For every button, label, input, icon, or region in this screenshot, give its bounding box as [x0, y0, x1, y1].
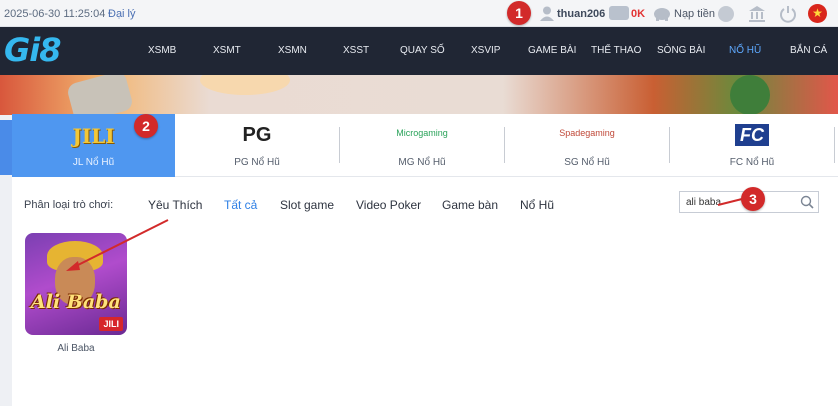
promo-banner [0, 75, 838, 115]
nav-item-xsmb[interactable]: XSMB [148, 45, 176, 56]
main-nav: Gi8 XSMB XSMT XSMN XSST QUAY SỐ XSVIP GA… [0, 27, 838, 75]
provider-tab-fc[interactable]: FC FC Nổ Hũ [670, 114, 834, 177]
search-icon[interactable] [800, 195, 814, 209]
balance: 0K [631, 8, 646, 20]
piggy-bank-icon[interactable] [652, 6, 672, 21]
game-name[interactable]: Ali Baba [25, 343, 127, 354]
fc-logo: FC [735, 124, 769, 146]
provider-tab-pg[interactable]: PG PG Nổ Hũ [175, 114, 339, 177]
game-grid: Ali Baba JILI Ali Baba [12, 229, 838, 406]
category-slot-game[interactable]: Slot game [280, 198, 334, 212]
filter-bar: Phân loại trò chơi: Yêu Thích Tất cả Slo… [12, 177, 838, 229]
provider-tab-mg[interactable]: Microgaming MG Nổ Hũ [340, 114, 504, 177]
provider-label: SG Nổ Hũ [564, 157, 610, 168]
provider-badge: JILI [99, 317, 123, 331]
site-logo[interactable]: Gi8 [4, 31, 61, 69]
spadegaming-logo: Spadegaming [559, 128, 615, 138]
vietnam-flag-icon[interactable]: ★ [808, 4, 827, 23]
step-marker-1: 1 [507, 1, 531, 25]
chat-icon[interactable] [718, 6, 734, 22]
category-favorites[interactable]: Yêu Thích [148, 198, 202, 212]
bank-icon[interactable] [748, 5, 766, 22]
provider-label: PG Nổ Hũ [234, 157, 280, 168]
nav-item-ban-ca[interactable]: BẮN CÁ [790, 45, 827, 56]
datetime: 2025-06-30 11:25:04 [4, 8, 106, 20]
provider-label: JL Nổ Hũ [72, 157, 115, 168]
divider [834, 127, 835, 163]
nav-item-song-bai[interactable]: SÒNG BÀI [657, 45, 705, 56]
nav-item-xsst[interactable]: XSST [343, 45, 369, 56]
banner-decoration [200, 75, 290, 95]
deposit-link[interactable]: Nạp tiền [674, 8, 715, 20]
side-tab[interactable] [0, 120, 12, 175]
nav-item-xsvip[interactable]: XSVIP [471, 45, 500, 56]
top-bar: 2025-06-30 11:25:04 Đại lý thuan206 0K N… [0, 0, 838, 27]
nav-item-no-hu[interactable]: NỔ HŨ [729, 45, 761, 56]
user-icon[interactable] [540, 6, 554, 21]
filter-label: Phân loại trò chơi: [24, 199, 114, 211]
banner-decoration [730, 75, 770, 115]
category-table-games[interactable]: Game bàn [442, 198, 498, 212]
power-icon[interactable] [779, 5, 797, 23]
nav-item-the-thao[interactable]: THỂ THAO [591, 45, 641, 56]
game-thumbnail-title: Ali Baba [31, 291, 121, 313]
wallet-icon[interactable] [609, 6, 629, 20]
banner-decoration [65, 75, 135, 115]
nav-item-xsmn[interactable]: XSMN [278, 45, 307, 56]
step-marker-2: 2 [134, 114, 158, 138]
nav-item-quay-so[interactable]: QUAY SỐ [400, 45, 445, 56]
category-all[interactable]: Tất cả [224, 198, 257, 212]
provider-label: FC Nổ Hũ [729, 157, 775, 168]
agent-link[interactable]: Đại lý [108, 8, 136, 20]
game-thumbnail[interactable]: Ali Baba JILI [25, 233, 127, 335]
microgaming-logo: Microgaming [396, 128, 448, 138]
username[interactable]: thuan206 [557, 8, 605, 20]
game-card[interactable]: Ali Baba JILI Ali Baba [25, 233, 127, 355]
category-jackpot[interactable]: Nổ Hũ [520, 198, 554, 212]
step-marker-3: 3 [741, 187, 765, 211]
category-video-poker[interactable]: Video Poker [356, 198, 421, 212]
nav-item-game-bai[interactable]: GAME BÀI [528, 45, 576, 56]
provider-tab-sg[interactable]: Spadegaming SG Nổ Hũ [505, 114, 669, 177]
nav-item-xsmt[interactable]: XSMT [213, 45, 241, 56]
pg-logo: PG [242, 124, 272, 146]
provider-label: MG Nổ Hũ [398, 157, 446, 168]
